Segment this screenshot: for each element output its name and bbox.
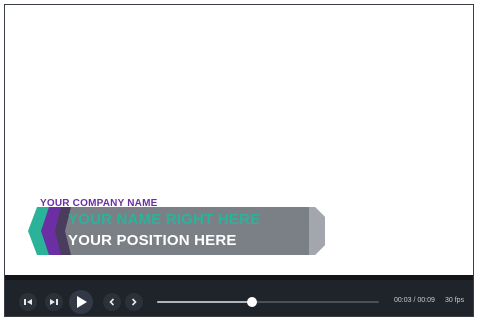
player-controls-bar: 00:03 / 00:09 30 fps xyxy=(5,275,473,316)
prev-frame-icon xyxy=(109,298,115,306)
person-position-text: YOUR POSITION HERE xyxy=(68,232,237,249)
next-frame-icon xyxy=(131,298,137,306)
video-stage[interactable]: YOUR COMPANY NAME YOUR NAME RIGHT HERE Y… xyxy=(5,5,473,275)
timeline-progress xyxy=(157,301,253,303)
step-forward-icon xyxy=(50,299,58,305)
previous-frame-button[interactable] xyxy=(103,293,121,311)
play-icon xyxy=(77,296,87,308)
next-frame-button[interactable] xyxy=(125,293,143,311)
controls-divider xyxy=(5,275,473,280)
time-readout: 00:03 / 00:09 xyxy=(394,297,435,304)
timeline-scrubber-handle[interactable] xyxy=(247,297,258,307)
fps-readout: 30 fps xyxy=(445,297,465,304)
step-forward-button[interactable] xyxy=(45,293,63,311)
name-bar-cap xyxy=(309,207,325,255)
video-player: YOUR COMPANY NAME YOUR NAME RIGHT HERE Y… xyxy=(4,4,474,317)
play-button[interactable] xyxy=(69,290,93,314)
step-back-button[interactable] xyxy=(19,293,37,311)
timeline-track[interactable] xyxy=(157,301,379,303)
step-back-icon xyxy=(24,299,32,305)
person-name-text: YOUR NAME RIGHT HERE xyxy=(68,211,261,228)
